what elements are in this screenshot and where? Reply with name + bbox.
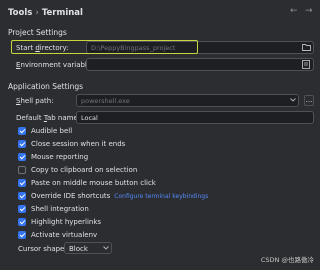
chevron-down-icon[interactable] (103, 246, 109, 250)
breadcrumb-current: Terminal (41, 8, 83, 18)
breadcrumb-separator: › (35, 8, 39, 18)
project-settings-title: Project Settings (8, 28, 67, 37)
checkbox[interactable] (18, 127, 26, 135)
checkbox[interactable] (18, 231, 26, 239)
checkbox[interactable] (18, 205, 26, 213)
breadcrumb-parent[interactable]: Tools (8, 8, 32, 18)
environment-variables-label: Environment variables: (16, 61, 98, 69)
chevron-down-icon[interactable] (290, 98, 296, 102)
checkbox[interactable] (18, 140, 26, 148)
default-tab-name-label: Default Tab name: (16, 114, 81, 122)
option-close-session[interactable]: Close session when it ends (18, 140, 125, 148)
checkbox[interactable] (18, 218, 26, 226)
configure-keybindings-link[interactable]: Configure terminal keybindings (114, 193, 208, 200)
option-copy-to-clipboard[interactable]: Copy to clipboard on selection (18, 166, 137, 174)
forward-icon[interactable]: → (305, 6, 313, 16)
option-highlight-hyperlinks[interactable]: Highlight hyperlinks (18, 218, 101, 226)
shell-path-combobox[interactable]: powershell.exe (76, 94, 299, 107)
option-shell-integration[interactable]: Shell integration (18, 205, 89, 213)
checkbox[interactable] (18, 166, 26, 174)
option-activate-virtualenv[interactable]: Activate virtualenv (18, 231, 97, 239)
highlight-box (11, 40, 198, 54)
option-mouse-reporting[interactable]: Mouse reporting (18, 153, 88, 161)
checkbox[interactable] (18, 153, 26, 161)
environment-variables-input[interactable] (86, 58, 314, 71)
checkbox[interactable] (18, 179, 26, 187)
folder-icon[interactable] (302, 43, 311, 51)
default-tab-name-input[interactable]: Local (76, 111, 314, 124)
shell-path-label: Shell path: (16, 97, 54, 105)
breadcrumb: Tools › Terminal (8, 8, 83, 18)
cursor-shape-label: Cursor shape: (18, 245, 67, 253)
option-paste-middle-click[interactable]: Paste on middle mouse button click (18, 179, 156, 187)
edit-document-icon[interactable] (302, 60, 310, 69)
application-settings-title: Application Settings (8, 82, 84, 91)
back-icon[interactable]: ← (290, 6, 298, 16)
option-audible-bell[interactable]: Audible bell (18, 127, 72, 135)
checkbox[interactable] (18, 192, 26, 200)
browse-button[interactable]: ... (304, 95, 314, 106)
watermark: CSDN @也路傲冷 (260, 256, 314, 264)
option-override-ide-shortcuts[interactable]: Override IDE shortcuts Configure terminal… (18, 192, 208, 200)
